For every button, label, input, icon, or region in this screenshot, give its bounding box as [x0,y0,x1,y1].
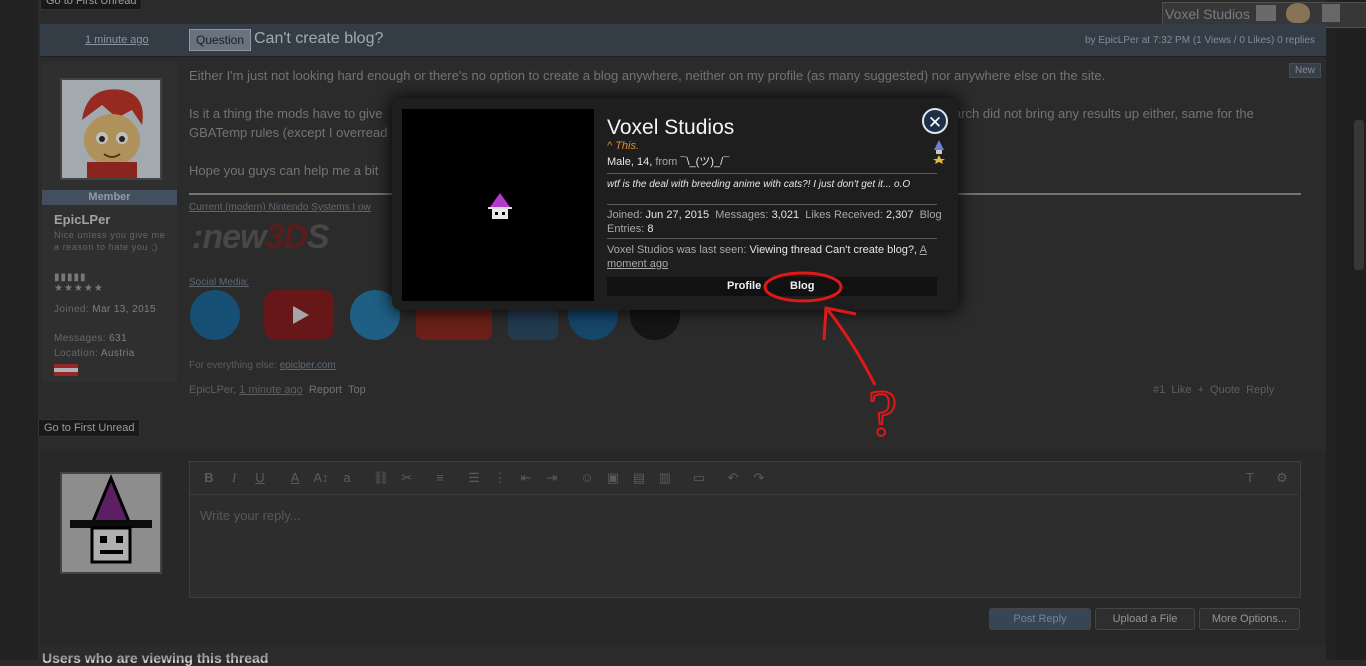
member-card-quote: wtf is the deal with breeding anime with… [607,179,911,190]
annotation-arrow [826,309,877,386]
close-icon[interactable]: ✕ [922,108,948,134]
from-label: from [655,156,678,168]
member-card-name[interactable]: Voxel Studios [607,116,734,140]
card-divider [607,173,937,174]
joined-label: Joined: [607,209,643,221]
question-mark: ? [868,377,897,450]
blog-entries-value: 8 [647,223,654,235]
joined-value: Jun 27, 2015 [645,209,710,221]
messages-value[interactable]: 3,021 [772,209,800,221]
card-divider [607,204,937,205]
last-seen-activity[interactable]: Viewing thread Can't create blog?, [749,244,917,256]
wizard-avatar-icon [402,109,594,301]
rank-badge-icon [933,140,945,164]
likes-label: Likes Received: [805,209,883,221]
likes-value: 2,307 [885,209,914,221]
member-card-info: Male, 14, from ¯\_(ツ)_/¯ [607,153,729,169]
highlight-circle [763,271,843,303]
profile-link[interactable]: Profile [727,280,761,292]
gender-age: Male, 14, [607,156,653,168]
member-card-avatar[interactable] [402,109,594,301]
member-card-stats: Joined: Jun 27, 2015 Messages: 3,021 Lik… [607,208,947,236]
member-card-status: ^ This. [607,140,640,152]
red-annotation: ? [763,271,898,451]
from-value: ¯\_(ツ)_/¯ [680,156,730,168]
last-seen-label: Voxel Studios was last seen: [607,244,747,256]
card-divider [607,238,937,239]
messages-label: Messages: [715,209,769,221]
